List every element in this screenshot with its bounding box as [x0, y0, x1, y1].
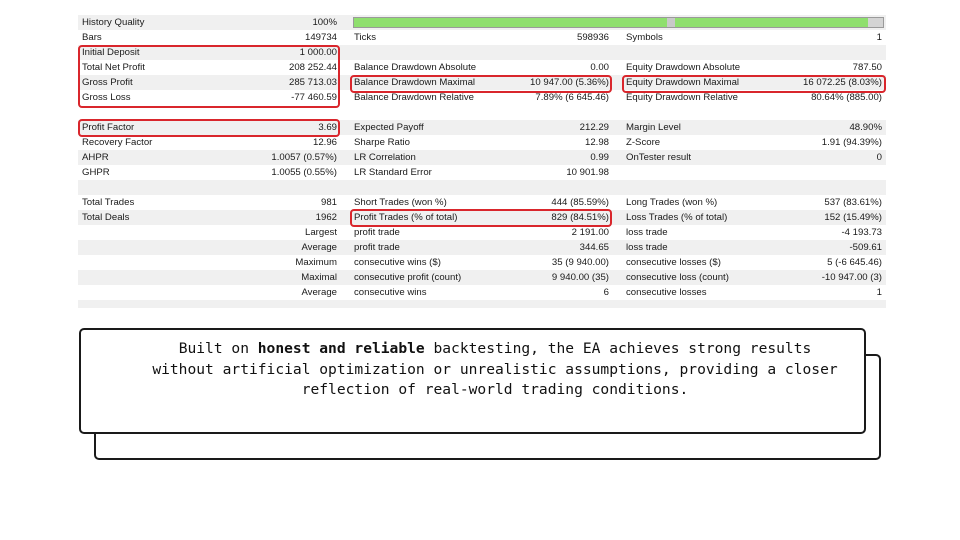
report-spacer — [78, 300, 886, 308]
short-trades-label: Short Trades (won %) — [354, 197, 447, 208]
ahpr-value: 1.0057 (0.57%) — [271, 152, 337, 163]
bars-label: Bars — [82, 32, 102, 43]
ghpr-value: 1.0055 (0.55%) — [271, 167, 337, 178]
sharpe-ratio-value: 12.98 — [584, 137, 609, 148]
loss-trades-label: Loss Trades (% of total) — [626, 212, 728, 223]
history-quality-bar — [353, 17, 884, 28]
ghpr-label: GHPR — [82, 167, 110, 178]
expected-payoff-label: Expected Payoff — [354, 122, 424, 133]
short-trades-value: 444 (85.59%) — [551, 197, 609, 208]
report-row: Average consecutive wins 6 consecutive l… — [78, 285, 886, 300]
long-trades-value: 537 (83.61%) — [824, 197, 882, 208]
report-row: Total Trades 981 Short Trades (won %) 44… — [78, 195, 886, 210]
largest-loss-trade-label: loss trade — [626, 227, 668, 238]
consecutive-losses-money-label: consecutive losses ($) — [626, 257, 721, 268]
consecutive-losses-money-value: 5 (-6 645.46) — [827, 257, 882, 268]
recovery-factor-value: 12.96 — [312, 137, 337, 148]
history-quality-bar-marker — [667, 18, 675, 27]
largest-label: Largest — [305, 227, 337, 238]
report-row: Largest profit trade 2 191.00 loss trade… — [78, 225, 886, 240]
largest-profit-trade-value: 2 191.00 — [571, 227, 609, 238]
loss-trades-value: 152 (15.49%) — [824, 212, 882, 223]
sharpe-ratio-label: Sharpe Ratio — [354, 137, 410, 148]
history-quality-label: History Quality — [82, 17, 145, 28]
ontester-result-label: OnTester result — [626, 152, 692, 163]
balance-drawdown-absolute-value: 0.00 — [590, 62, 609, 73]
average-consecutive-losses-value: 1 — [876, 287, 882, 298]
report-row: Maximal consecutive profit (count) 9 940… — [78, 270, 886, 285]
equity-drawdown-absolute-label: Equity Drawdown Absolute — [626, 62, 741, 73]
history-quality-value: 100% — [312, 17, 337, 28]
consecutive-profit-count-label: consecutive profit (count) — [354, 272, 462, 283]
average-consecutive-losses-label: consecutive losses — [626, 287, 707, 298]
average-profit-trade-label: profit trade — [354, 242, 400, 253]
report-row: Bars 149734 Ticks 598936 Symbols 1 — [78, 30, 886, 45]
total-trades-value: 981 — [320, 197, 337, 208]
recovery-factor-label: Recovery Factor — [82, 137, 153, 148]
symbols-label: Symbols — [626, 32, 663, 43]
average-loss-trade-label: loss trade — [626, 242, 668, 253]
report-row: AHPR 1.0057 (0.57%) LR Correlation 0.99 … — [78, 150, 886, 165]
callout-text: Built on honest and reliable backtesting… — [150, 339, 840, 401]
bars-value: 149734 — [304, 32, 337, 43]
highlight-equity-drawdown-maximal — [622, 75, 886, 93]
history-quality-bar-end — [868, 18, 883, 27]
highlight-initial-deposit-block — [78, 45, 340, 108]
report-row: GHPR 1.0055 (0.55%) LR Standard Error 10… — [78, 165, 886, 180]
lr-standard-error-label: LR Standard Error — [354, 167, 432, 178]
balance-drawdown-absolute-label: Balance Drawdown Absolute — [354, 62, 477, 73]
consecutive-loss-count-value: -10 947.00 (3) — [821, 272, 882, 283]
average-consecutive-wins-label: consecutive wins — [354, 287, 427, 298]
consecutive-loss-count-label: consecutive loss (count) — [626, 272, 729, 283]
lr-correlation-value: 0.99 — [590, 152, 609, 163]
total-deals-label: Total Deals — [82, 212, 130, 223]
consecutive-wins-money-value: 35 (9 940.00) — [551, 257, 609, 268]
average-consecutive-wins-value: 6 — [603, 287, 609, 298]
total-trades-label: Total Trades — [82, 197, 135, 208]
consecutive-wins-money-label: consecutive wins ($) — [354, 257, 441, 268]
average-loss-trade-value: -509.61 — [849, 242, 882, 253]
ahpr-label: AHPR — [82, 152, 109, 163]
callout-text-bold: honest and reliable — [257, 340, 425, 357]
expected-payoff-value: 212.29 — [579, 122, 609, 133]
margin-level-value: 48.90% — [849, 122, 882, 133]
largest-loss-trade-value: -4 193.73 — [841, 227, 882, 238]
z-score-value: 1.91 (94.39%) — [821, 137, 882, 148]
z-score-label: Z-Score — [626, 137, 661, 148]
maximal-label: Maximal — [301, 272, 337, 283]
consecutive-profit-count-value: 9 940.00 (35) — [551, 272, 609, 283]
average-consecutive-label: Average — [301, 287, 337, 298]
highlight-profit-factor — [78, 119, 340, 137]
margin-level-label: Margin Level — [626, 122, 681, 133]
average-label: Average — [301, 242, 337, 253]
report-row: Maximum consecutive wins ($) 35 (9 940.0… — [78, 255, 886, 270]
report-row-history-quality: History Quality 100% — [78, 15, 886, 30]
strategy-tester-report: History Quality 100% Bars 149734 Ticks 5… — [78, 15, 886, 308]
highlight-balance-drawdown-maximal — [350, 75, 612, 93]
total-deals-value: 1962 — [315, 212, 337, 223]
symbols-value: 1 — [876, 32, 882, 43]
lr-correlation-label: LR Correlation — [354, 152, 416, 163]
maximum-label: Maximum — [295, 257, 337, 268]
ontester-result-value: 0 — [876, 152, 882, 163]
ticks-value: 598936 — [576, 32, 609, 43]
equity-drawdown-absolute-value: 787.50 — [852, 62, 882, 73]
report-spacer — [78, 180, 886, 195]
lr-standard-error-value: 10 901.98 — [566, 167, 609, 178]
report-row: Average profit trade 344.65 loss trade -… — [78, 240, 886, 255]
ticks-label: Ticks — [354, 32, 377, 43]
largest-profit-trade-label: profit trade — [354, 227, 400, 238]
callout-text-start: Built on — [178, 340, 258, 357]
average-profit-trade-value: 344.65 — [579, 242, 609, 253]
long-trades-label: Long Trades (won %) — [626, 197, 718, 208]
report-row: Recovery Factor 12.96 Sharpe Ratio 12.98… — [78, 135, 886, 150]
highlight-profit-trades — [350, 209, 612, 227]
